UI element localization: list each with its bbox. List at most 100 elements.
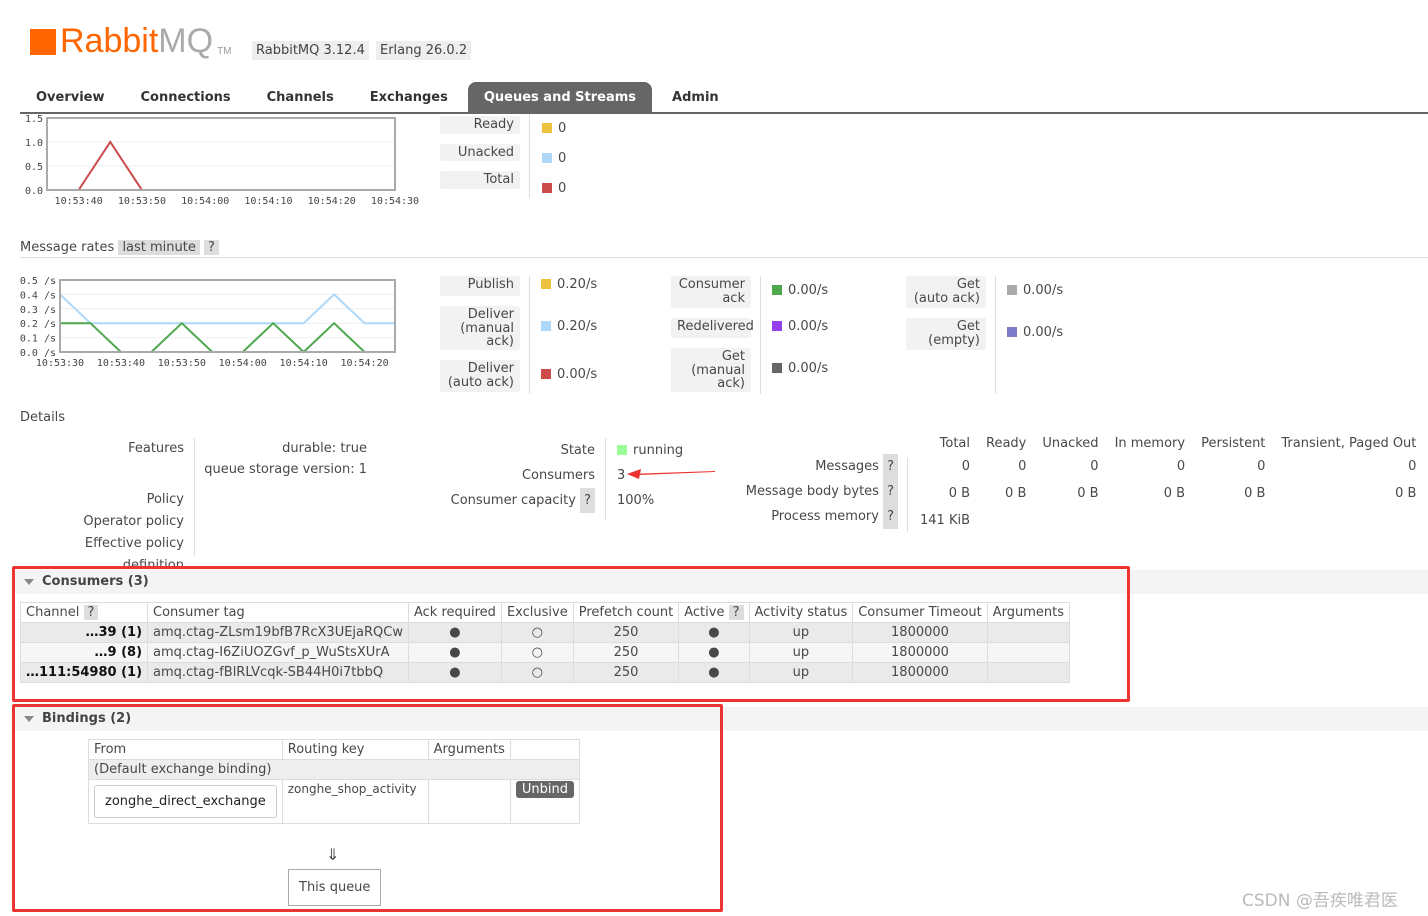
x-tick-label: 10:54:00	[181, 196, 229, 207]
tab-overview[interactable]: Overview	[20, 82, 121, 112]
rate-value: 0.20/s	[541, 277, 597, 292]
legend-total: Total	[440, 171, 520, 189]
main-nav: Overview Connections Channels Exchanges …	[20, 82, 1428, 114]
durable-value: true	[340, 441, 367, 456]
x-tick-label: 10:54:20	[340, 358, 388, 369]
y-tick-label: 0.3 /s	[20, 305, 56, 316]
memory-value: 141 KiB	[920, 513, 971, 528]
queued-messages-chart: 0.0 0.5 1.0 1.5 10:53:40 10:53:50 10:54:00 10:5…	[25, 114, 419, 207]
bytes-value: 0 B	[948, 486, 971, 501]
help-icon[interactable]: ?	[204, 240, 219, 255]
help-icon[interactable]: ?	[580, 488, 595, 513]
queued-legend: Ready Unacked Total	[440, 116, 520, 189]
version-badge: RabbitMQ 3.12.4	[252, 41, 369, 60]
tab-exchanges[interactable]: Exchanges	[354, 82, 464, 112]
rabbitmq-logo[interactable]: Rabbit MQ TM	[30, 22, 232, 61]
tab-queues[interactable]: Queues and Streams	[467, 82, 653, 112]
rate-label: Deliver (auto ack)	[440, 360, 520, 392]
y-tick-label: 0.0	[25, 186, 43, 197]
logo-text-mq: MQ	[158, 22, 214, 60]
messages-value: 0	[961, 459, 971, 474]
y-tick-label: 0.5 /s	[20, 276, 56, 287]
plot-frame	[46, 117, 396, 191]
tab-channels[interactable]: Channels	[251, 82, 350, 112]
bytes-value: 0 B	[1077, 486, 1099, 501]
rate-value: 0.00/s	[1007, 283, 1063, 298]
x-tick-label: 10:53:40	[55, 196, 103, 207]
qsv-value: 1	[358, 462, 367, 477]
messages-value: 0	[1257, 459, 1266, 474]
x-tick-label: 10:53:30	[36, 358, 84, 369]
rate-value: 0.00/s	[772, 283, 828, 298]
logo-icon	[30, 29, 56, 55]
col-header: Unacked	[1042, 436, 1099, 451]
legend-ready: Ready	[440, 116, 520, 134]
help-icon[interactable]: ?	[883, 504, 898, 529]
y-tick-label: 1.0	[25, 138, 43, 149]
y-tick-label: 0.2 /s	[20, 319, 56, 330]
tab-connections[interactable]: Connections	[125, 82, 247, 112]
message-rates-chart: 0.0 /s0.1 /s0.2 /s0.3 /s0.4 /s0.5 /s10:5…	[20, 276, 396, 369]
y-tick-label: 0.1 /s	[20, 334, 56, 345]
rate-value: 0.00/s	[541, 367, 597, 382]
rate-label: Deliver (manual ack)	[440, 306, 520, 350]
x-tick-label: 10:53:50	[158, 358, 206, 369]
messages-value: 0	[1408, 459, 1417, 474]
bytes-value: 0 B	[1163, 486, 1186, 501]
message-rates-header: Message rates last minute ?	[20, 240, 1428, 258]
x-tick-label: 10:53:40	[97, 358, 145, 369]
unacked-value: 0	[542, 144, 566, 174]
red-arrow-annotation	[627, 469, 716, 479]
erlang-badge: Erlang 26.0.2	[376, 41, 472, 60]
range-selector[interactable]: last minute	[118, 240, 200, 255]
x-tick-label: 10:54:10	[244, 196, 292, 207]
messages-value: 0	[1090, 459, 1099, 474]
help-icon[interactable]: ?	[883, 454, 898, 479]
x-tick-label: 10:54:10	[280, 358, 328, 369]
rate-value: 0.20/s	[541, 319, 597, 334]
bytes-value: 0 B	[1005, 486, 1027, 501]
logo-text: Rabbit	[60, 22, 159, 60]
col-header: Persistent	[1201, 436, 1266, 451]
bytes-value: 0 B	[1395, 486, 1417, 501]
y-tick-label: 0.5	[25, 162, 43, 173]
ready-value: 0	[542, 114, 566, 144]
rate-label: Get (empty)	[906, 318, 986, 350]
col-header: Ready	[986, 436, 1027, 451]
col-header: In memory	[1114, 436, 1186, 451]
state-value: running	[617, 438, 717, 463]
y-tick-label: 1.5	[25, 114, 43, 125]
watermark: CSDN @吾疾唯君医	[1242, 891, 1398, 911]
col-header: Transient, Paged Out	[1281, 436, 1417, 451]
rate-value: 0.00/s	[772, 361, 828, 376]
rate-label: Redelivered	[671, 318, 754, 338]
messages-table: Total Ready Unacked In memory Persistent Tran…	[912, 436, 1424, 532]
operator-policy-label: Operator policy	[83, 514, 184, 529]
rate-label: Get (manual ack)	[671, 348, 751, 392]
x-tick-label: 10:54:00	[219, 358, 267, 369]
highlight-box	[12, 566, 1130, 702]
messages-value: 0	[1018, 459, 1027, 474]
features-label: Features	[128, 441, 184, 456]
legend-unacked: Unacked	[440, 143, 520, 162]
policy-label: Policy	[146, 492, 184, 507]
x-tick-label: 10:53:50	[118, 196, 166, 207]
messages-value: 0	[1176, 459, 1186, 474]
rate-value: 0.00/s	[772, 319, 828, 334]
total-value: 0	[542, 174, 566, 204]
tab-admin[interactable]: Admin	[656, 82, 735, 112]
highlight-box	[12, 704, 723, 912]
col-header: Total	[939, 436, 971, 451]
help-icon[interactable]: ?	[883, 479, 898, 504]
rate-label: Publish	[440, 276, 520, 296]
x-tick-label: 10:54:30	[371, 196, 419, 207]
y-tick-label: 0.4 /s	[20, 290, 56, 301]
details-title: Details	[20, 410, 66, 425]
logo-tm: TM	[217, 46, 232, 57]
consumers-value: 3	[617, 463, 717, 488]
x-tick-label: 10:54:20	[308, 196, 356, 207]
bytes-value: 0 B	[1244, 486, 1266, 501]
rate-value: 0.00/s	[1007, 325, 1063, 340]
rate-label: Consumer ack	[671, 276, 751, 308]
capacity-value: 100%	[617, 493, 655, 508]
